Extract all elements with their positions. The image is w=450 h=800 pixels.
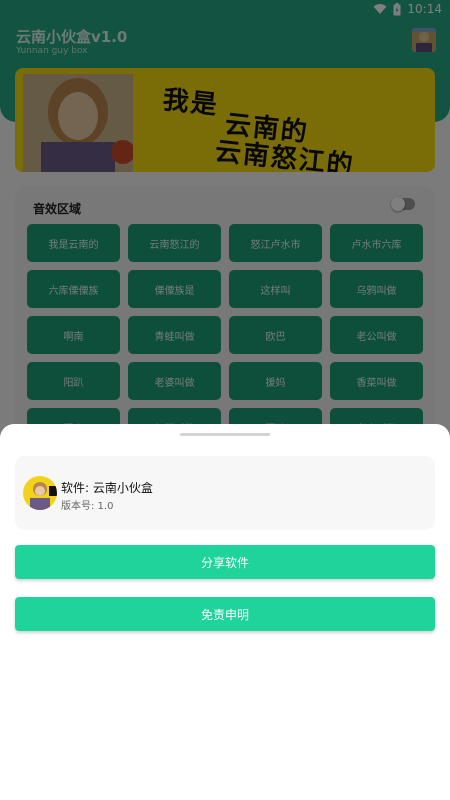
app-avatar <box>23 476 57 510</box>
bottom-sheet: 软件: 云南小伙盒 版本号: 1.0 分享软件 免责申明 <box>0 424 450 800</box>
sheet-drag-handle[interactable] <box>180 433 270 436</box>
app-version-text: 版本号: 1.0 <box>61 501 114 512</box>
app-info-card: 软件: 云南小伙盒 版本号: 1.0 <box>15 456 435 530</box>
disclaimer-button[interactable]: 免责申明 <box>15 597 435 631</box>
share-app-button[interactable]: 分享软件 <box>15 545 435 579</box>
app-name-text: 软件: 云南小伙盒 <box>61 481 153 495</box>
